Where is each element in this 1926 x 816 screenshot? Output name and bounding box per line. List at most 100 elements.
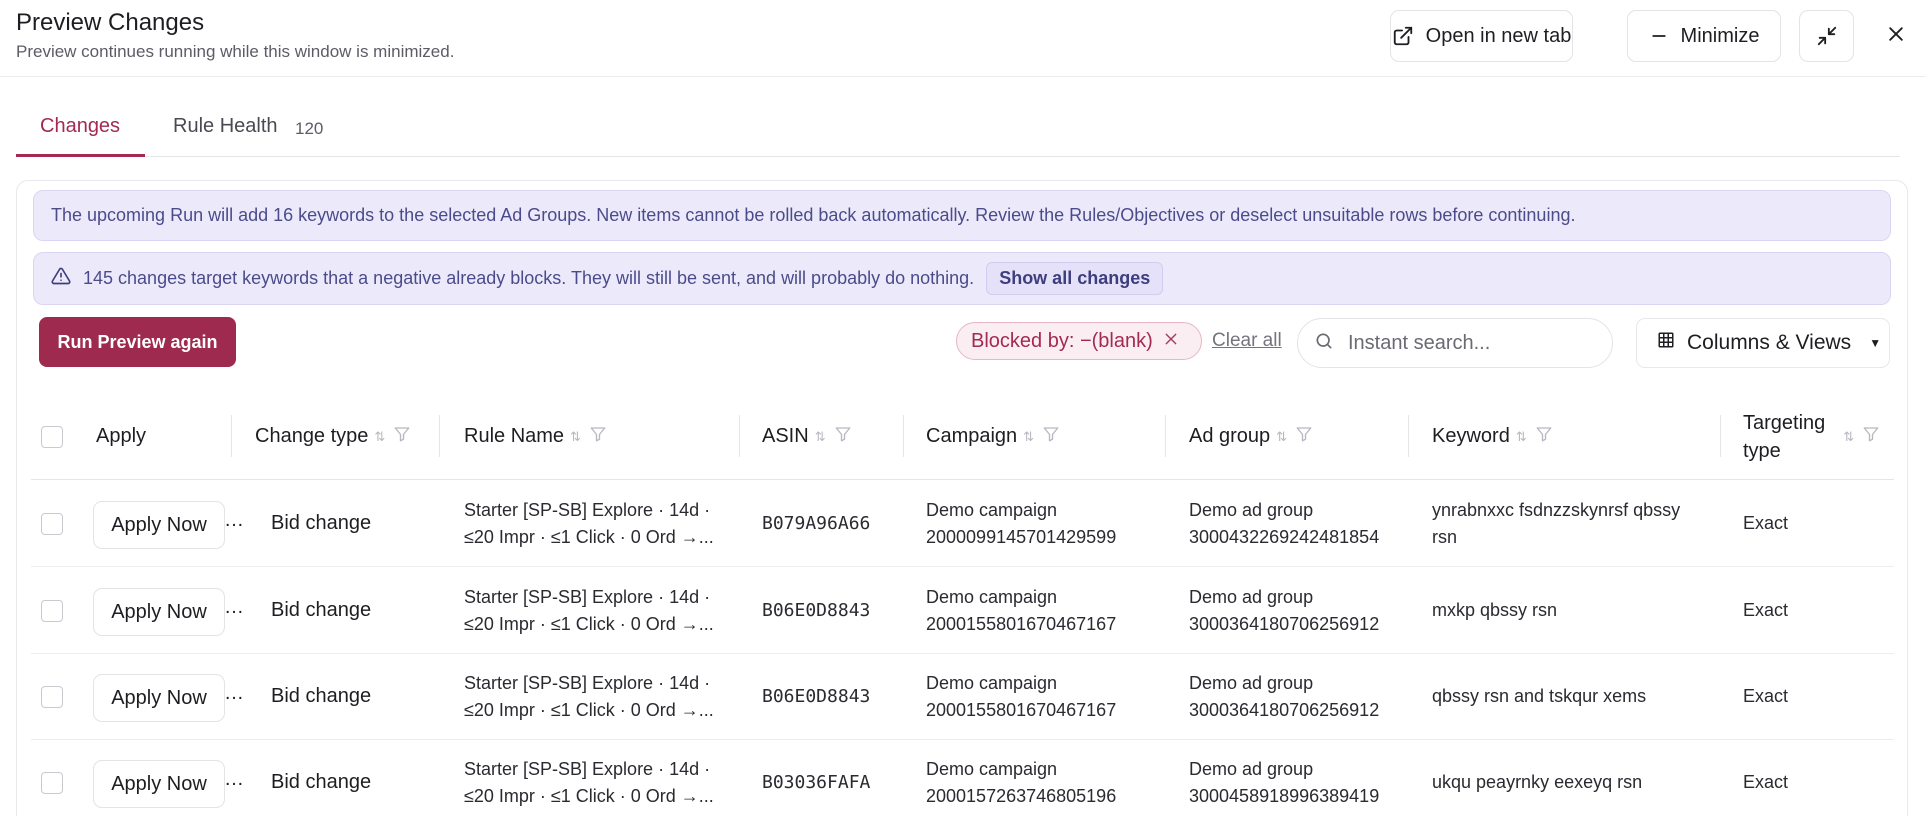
- tab-rule-health[interactable]: Rule Health: [173, 115, 278, 138]
- sort-icon[interactable]: ⇅: [1023, 429, 1034, 445]
- header-asin[interactable]: ASIN ⇅: [762, 393, 852, 480]
- column-divider[interactable]: [739, 415, 740, 457]
- change-type-cell: Bid change: [271, 771, 372, 793]
- select-all-checkbox[interactable]: [41, 425, 63, 448]
- tab-changes[interactable]: Changes: [40, 115, 120, 138]
- show-all-changes-button[interactable]: Show all changes: [986, 262, 1164, 295]
- instant-search: [1297, 318, 1613, 368]
- header-rule-name[interactable]: Rule Name ⇅: [464, 393, 607, 480]
- filter-icon[interactable]: [393, 425, 411, 449]
- filter-icon[interactable]: [1535, 425, 1553, 449]
- header-change-type-label: Change type: [255, 425, 369, 447]
- column-divider[interactable]: [439, 415, 440, 457]
- asin-cell: B03036FAFA: [762, 772, 871, 793]
- row-more-icon[interactable]: …: [224, 509, 244, 532]
- column-divider[interactable]: [1165, 415, 1166, 457]
- header-asin-label: ASIN: [762, 425, 809, 447]
- column-divider[interactable]: [903, 415, 904, 457]
- sort-icon[interactable]: ⇅: [1276, 429, 1287, 445]
- apply-now-button[interactable]: Apply Now: [93, 588, 225, 636]
- rule-name-line-2: ≤20 Impr · ≤1 Click · 0 Ord →...: [464, 700, 714, 720]
- campaign-cell: Demo campaign 2000155801670467167: [926, 584, 1116, 638]
- open-new-tab-label: Open in new tab: [1425, 24, 1572, 47]
- rule-name-line-2: ≤20 Impr · ≤1 Click · 0 Ord →...: [464, 786, 714, 806]
- search-icon: [1314, 331, 1334, 356]
- clear-all-link[interactable]: Clear all: [1212, 330, 1282, 352]
- filter-icon[interactable]: [1042, 425, 1060, 449]
- filter-icon[interactable]: [1862, 423, 1880, 451]
- run-preview-again-button[interactable]: Run Preview again: [39, 317, 236, 367]
- header-rule-name-label: Rule Name: [464, 425, 565, 447]
- minimize-button[interactable]: Minimize: [1627, 10, 1781, 62]
- row-checkbox[interactable]: [41, 772, 63, 794]
- collapse-arrows-icon: [1816, 25, 1838, 47]
- minus-icon: [1649, 26, 1669, 46]
- table-header: Apply Change type ⇅ Rule Name ⇅ ASIN ⇅ C…: [31, 393, 1894, 480]
- table-row: Apply Now … Bid change Starter [SP-SB] E…: [31, 568, 1894, 654]
- columns-views-button[interactable]: Columns & Views ▼: [1636, 318, 1890, 368]
- ad-group-name: Demo ad group: [1189, 673, 1314, 693]
- sort-icon[interactable]: ⇅: [374, 429, 385, 445]
- select-all-column: [41, 393, 63, 480]
- rule-name-cell: Starter [SP-SB] Explore · 14d · ≤20 Impr…: [464, 670, 744, 724]
- row-more-icon[interactable]: …: [224, 682, 244, 705]
- close-icon: [1886, 24, 1906, 49]
- keyword-cell: ukqu peayrnky eexeyq rsn: [1432, 769, 1722, 796]
- rule-health-count: 120: [295, 119, 324, 138]
- filter-icon[interactable]: [1295, 425, 1313, 449]
- apply-now-button[interactable]: Apply Now: [93, 501, 225, 549]
- sort-icon[interactable]: ⇅: [1843, 423, 1854, 451]
- header-targeting-type[interactable]: Targeting type ⇅: [1743, 393, 1880, 480]
- collapse-button[interactable]: [1799, 10, 1854, 62]
- keyword-line-2: rsn: [1432, 527, 1458, 547]
- rule-name-cell: Starter [SP-SB] Explore · 14d · ≤20 Impr…: [464, 497, 744, 551]
- header-apply-label: Apply: [96, 425, 147, 447]
- rule-name-line-1: Starter [SP-SB] Explore · 14d ·: [464, 500, 711, 520]
- header-campaign[interactable]: Campaign ⇅: [926, 393, 1060, 480]
- filter-icon[interactable]: [834, 425, 852, 449]
- rule-name-line-2: ≤20 Impr · ≤1 Click · 0 Ord →...: [464, 527, 714, 547]
- chip-remove-icon[interactable]: [1163, 330, 1179, 353]
- close-button[interactable]: [1880, 20, 1912, 52]
- rule-name-cell: Starter [SP-SB] Explore · 14d · ≤20 Impr…: [464, 584, 744, 638]
- header-ad-group-label: Ad group: [1189, 425, 1271, 447]
- header-change-type[interactable]: Change type ⇅: [255, 393, 411, 480]
- changes-table: Apply Change type ⇅ Rule Name ⇅ ASIN ⇅ C…: [31, 393, 1894, 816]
- change-type-cell: Bid change: [271, 685, 372, 707]
- column-divider[interactable]: [1720, 415, 1721, 457]
- active-tab-indicator: [16, 154, 145, 157]
- keyword-line-1: ukqu peayrnky eexeyq rsn: [1432, 772, 1643, 792]
- ad-group-cell: Demo ad group 3000364180706256912: [1189, 584, 1379, 638]
- filter-icon[interactable]: [589, 425, 607, 449]
- keyword-line-1: mxkp qbssy rsn: [1432, 600, 1558, 620]
- column-divider[interactable]: [231, 415, 232, 457]
- open-new-tab-button[interactable]: Open in new tab: [1390, 10, 1573, 62]
- filter-chip: Blocked by: −(blank): [956, 322, 1202, 360]
- row-more-icon[interactable]: …: [224, 596, 244, 619]
- campaign-id: 2000099145701429599: [926, 527, 1117, 547]
- campaign-cell: Demo campaign 2000157263746805196: [926, 756, 1116, 810]
- apply-now-button[interactable]: Apply Now: [93, 760, 225, 808]
- keyword-cell: mxkp qbssy rsn: [1432, 597, 1722, 624]
- row-checkbox[interactable]: [41, 600, 63, 622]
- sort-icon[interactable]: ⇅: [570, 429, 581, 445]
- header-targeting-line-1: Targeting: [1743, 411, 1826, 434]
- search-input[interactable]: [1348, 331, 1588, 355]
- run-notice-text: The upcoming Run will add 16 keywords to…: [51, 205, 1576, 225]
- row-checkbox[interactable]: [41, 513, 63, 535]
- row-more-icon[interactable]: …: [224, 768, 244, 791]
- row-checkbox[interactable]: [41, 686, 63, 708]
- sort-icon[interactable]: ⇅: [1516, 429, 1527, 445]
- asin-cell: B06E0D8843: [762, 686, 871, 707]
- header-keyword[interactable]: Keyword ⇅: [1432, 393, 1553, 480]
- column-divider[interactable]: [1408, 415, 1409, 457]
- header-ad-group[interactable]: Ad group ⇅: [1189, 393, 1313, 480]
- campaign-name: Demo campaign: [926, 673, 1058, 693]
- rule-name-line-1: Starter [SP-SB] Explore · 14d ·: [464, 587, 711, 607]
- apply-now-button[interactable]: Apply Now: [93, 674, 225, 722]
- window-header: Preview Changes Preview continues runnin…: [0, 0, 1926, 77]
- sort-icon[interactable]: ⇅: [815, 429, 826, 445]
- asin-cell: B06E0D8843: [762, 600, 871, 621]
- table-row: Apply Now … Bid change Starter [SP-SB] E…: [31, 481, 1894, 567]
- header-targeting-line-2: type: [1743, 439, 1781, 462]
